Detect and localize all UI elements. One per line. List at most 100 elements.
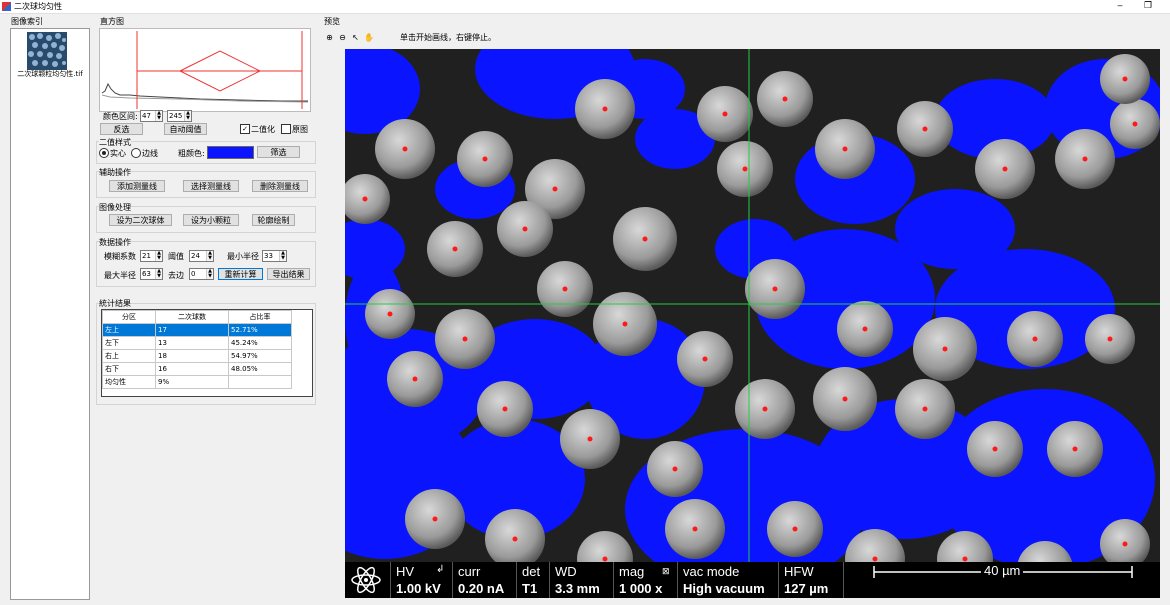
table-cell: 52.71%	[228, 323, 292, 337]
mag-label: mag	[619, 564, 645, 579]
original-checkbox[interactable]	[281, 124, 291, 134]
max-radius-input[interactable]: 63 ▲ ▼	[140, 268, 163, 280]
solid-radio[interactable]	[99, 148, 109, 158]
pointer-icon[interactable]: ↖	[351, 33, 360, 42]
thumbnail-image	[27, 32, 67, 70]
image-thumbnail[interactable]	[27, 32, 67, 70]
mag-value: 1 000 x	[619, 581, 663, 596]
table-row[interactable]: 左下 13 45.24%	[102, 336, 292, 350]
spin-arrows-icon[interactable]: ▲ ▼	[155, 269, 162, 279]
preview-canvas[interactable]	[345, 49, 1160, 598]
preview-label: 预览	[324, 17, 340, 26]
vac-label: vac mode	[683, 564, 740, 579]
table-row[interactable]: 左上 17 52.71%	[102, 323, 292, 337]
hfw-label: HFW	[784, 564, 814, 579]
threshold-label: 阈值	[168, 252, 184, 261]
spin-arrows-icon[interactable]: ▲ ▼	[279, 251, 286, 261]
sem-info-bar: HV ↲ 1.00 kV curr 0.20 nA det T1 WD 3.3 …	[345, 562, 1160, 598]
table-cell: 54.97%	[228, 349, 292, 363]
table-row[interactable]: 右上 18 54.97%	[102, 349, 292, 363]
aux-ops-label: 辅助操作	[99, 167, 131, 178]
color-swatch[interactable]	[207, 146, 254, 159]
binary-style-label: 二值样式	[99, 137, 131, 148]
hv-cell: HV ↲ 1.00 kV	[390, 562, 453, 598]
table-cell: 均匀性	[102, 375, 156, 389]
table-cell: 左上	[102, 323, 156, 337]
select-measure-line-button[interactable]: 选择测量线	[183, 180, 239, 192]
results-table: 分区 二次球数 占比率 左上 17 52.71% 左下 13 45.24% 右上…	[102, 310, 292, 389]
min-radius-input[interactable]: 33 ▲ ▼	[262, 250, 287, 262]
binarize-checkbox[interactable]: ✓	[240, 124, 250, 134]
erode-input[interactable]: 21 ▲ ▼	[140, 250, 163, 262]
table-row[interactable]: 右下 16 48.05%	[102, 362, 292, 376]
range-low-input[interactable]: 47 ▲ ▼	[140, 110, 163, 122]
edge-radio[interactable]	[131, 148, 141, 158]
zoom-in-icon[interactable]: ⊕	[325, 33, 334, 42]
filter-button[interactable]: 筛选	[257, 146, 300, 158]
vac-cell: vac mode High vacuum	[677, 562, 779, 598]
table-cell: 右下	[102, 362, 156, 376]
solid-label: 实心	[110, 149, 126, 158]
maximize-button[interactable]: ❐	[1138, 0, 1158, 13]
histogram-graph	[101, 31, 309, 109]
wd-value: 3.3 mm	[555, 581, 600, 596]
spin-arrows-icon[interactable]: ▲ ▼	[184, 111, 191, 121]
image-index-list[interactable]: 二次球颗粒均匀性.tif	[10, 28, 90, 600]
table-cell	[228, 375, 292, 389]
results-header-row: 分区 二次球数 占比率	[102, 310, 292, 324]
table-row[interactable]: 均匀性 9%	[102, 375, 292, 389]
table-cell: 16	[155, 362, 229, 376]
column-header[interactable]: 二次球数	[155, 310, 229, 324]
sem-image	[345, 49, 1160, 598]
table-cell: 45.24%	[228, 336, 292, 350]
table-cell: 左下	[102, 336, 156, 350]
set-small-particle-button[interactable]: 设为小颗粒	[183, 214, 239, 226]
remove-edge-value: 0	[191, 270, 196, 278]
spin-arrows-icon[interactable]: ▲ ▼	[155, 111, 162, 121]
zoom-out-icon[interactable]: ⊖	[338, 33, 347, 42]
scale-bar-label: 40 µm	[981, 563, 1024, 578]
data-ops-label: 数据操作	[99, 237, 131, 248]
hand-icon[interactable]: ✋	[364, 33, 374, 42]
spin-arrows-icon[interactable]: ▲ ▼	[206, 269, 213, 279]
spin-arrows-icon[interactable]: ▲ ▼	[155, 251, 162, 261]
delete-measure-line-button[interactable]: 删除测量线	[252, 180, 308, 192]
binarize-label: 二值化	[251, 125, 275, 134]
range-high-value: 245	[169, 112, 183, 120]
erode-value: 21	[142, 252, 151, 260]
threshold-input[interactable]: 24 ▲ ▼	[189, 250, 214, 262]
table-cell: 右上	[102, 349, 156, 363]
color-label: 粗颜色:	[178, 149, 205, 158]
det-label: det	[522, 564, 541, 579]
table-cell: 18	[155, 349, 229, 363]
add-measure-line-button[interactable]: 添加测量线	[109, 180, 165, 192]
atom-icon	[351, 566, 381, 594]
remove-edge-input[interactable]: 0 ▲ ▼	[189, 268, 214, 280]
set-secondary-sphere-button[interactable]: 设为二次球体	[109, 214, 172, 226]
threshold-value: 24	[191, 252, 200, 260]
invert-button[interactable]: 反选	[100, 123, 143, 135]
image-proc-label: 图像处理	[99, 202, 131, 213]
column-header[interactable]: 占比率	[228, 310, 292, 324]
histogram-label: 直方图	[100, 17, 124, 26]
vac-value: High vacuum	[683, 581, 765, 596]
column-header[interactable]: 分区	[102, 310, 156, 324]
results-table-container[interactable]: 分区 二次球数 占比率 左上 17 52.71% 左下 13 45.24% 右上…	[101, 309, 313, 397]
mag-icon: ⊠	[662, 566, 670, 576]
spin-arrows-icon[interactable]: ▲ ▼	[206, 251, 213, 261]
hv-value: 1.00 kV	[396, 581, 441, 596]
table-cell: 13	[155, 336, 229, 350]
histogram-plot[interactable]	[99, 28, 311, 112]
edge-label: 边线	[142, 149, 158, 158]
range-high-input[interactable]: 245 ▲ ▼	[167, 110, 192, 122]
export-results-button[interactable]: 导出结果	[267, 268, 310, 280]
min-radius-label: 最小半径	[227, 252, 259, 261]
outline-draw-button[interactable]: 轮廓绘制	[252, 214, 295, 226]
det-cell: det T1	[516, 562, 550, 598]
auto-threshold-button[interactable]: 自动阈值	[164, 123, 207, 135]
table-cell: 48.05%	[228, 362, 292, 376]
recalculate-button[interactable]: 重新计算	[218, 268, 263, 280]
wd-label: WD	[555, 564, 577, 579]
minimize-button[interactable]: ‒	[1110, 0, 1130, 13]
mag-cell: mag ⊠ 1 000 x	[613, 562, 678, 598]
